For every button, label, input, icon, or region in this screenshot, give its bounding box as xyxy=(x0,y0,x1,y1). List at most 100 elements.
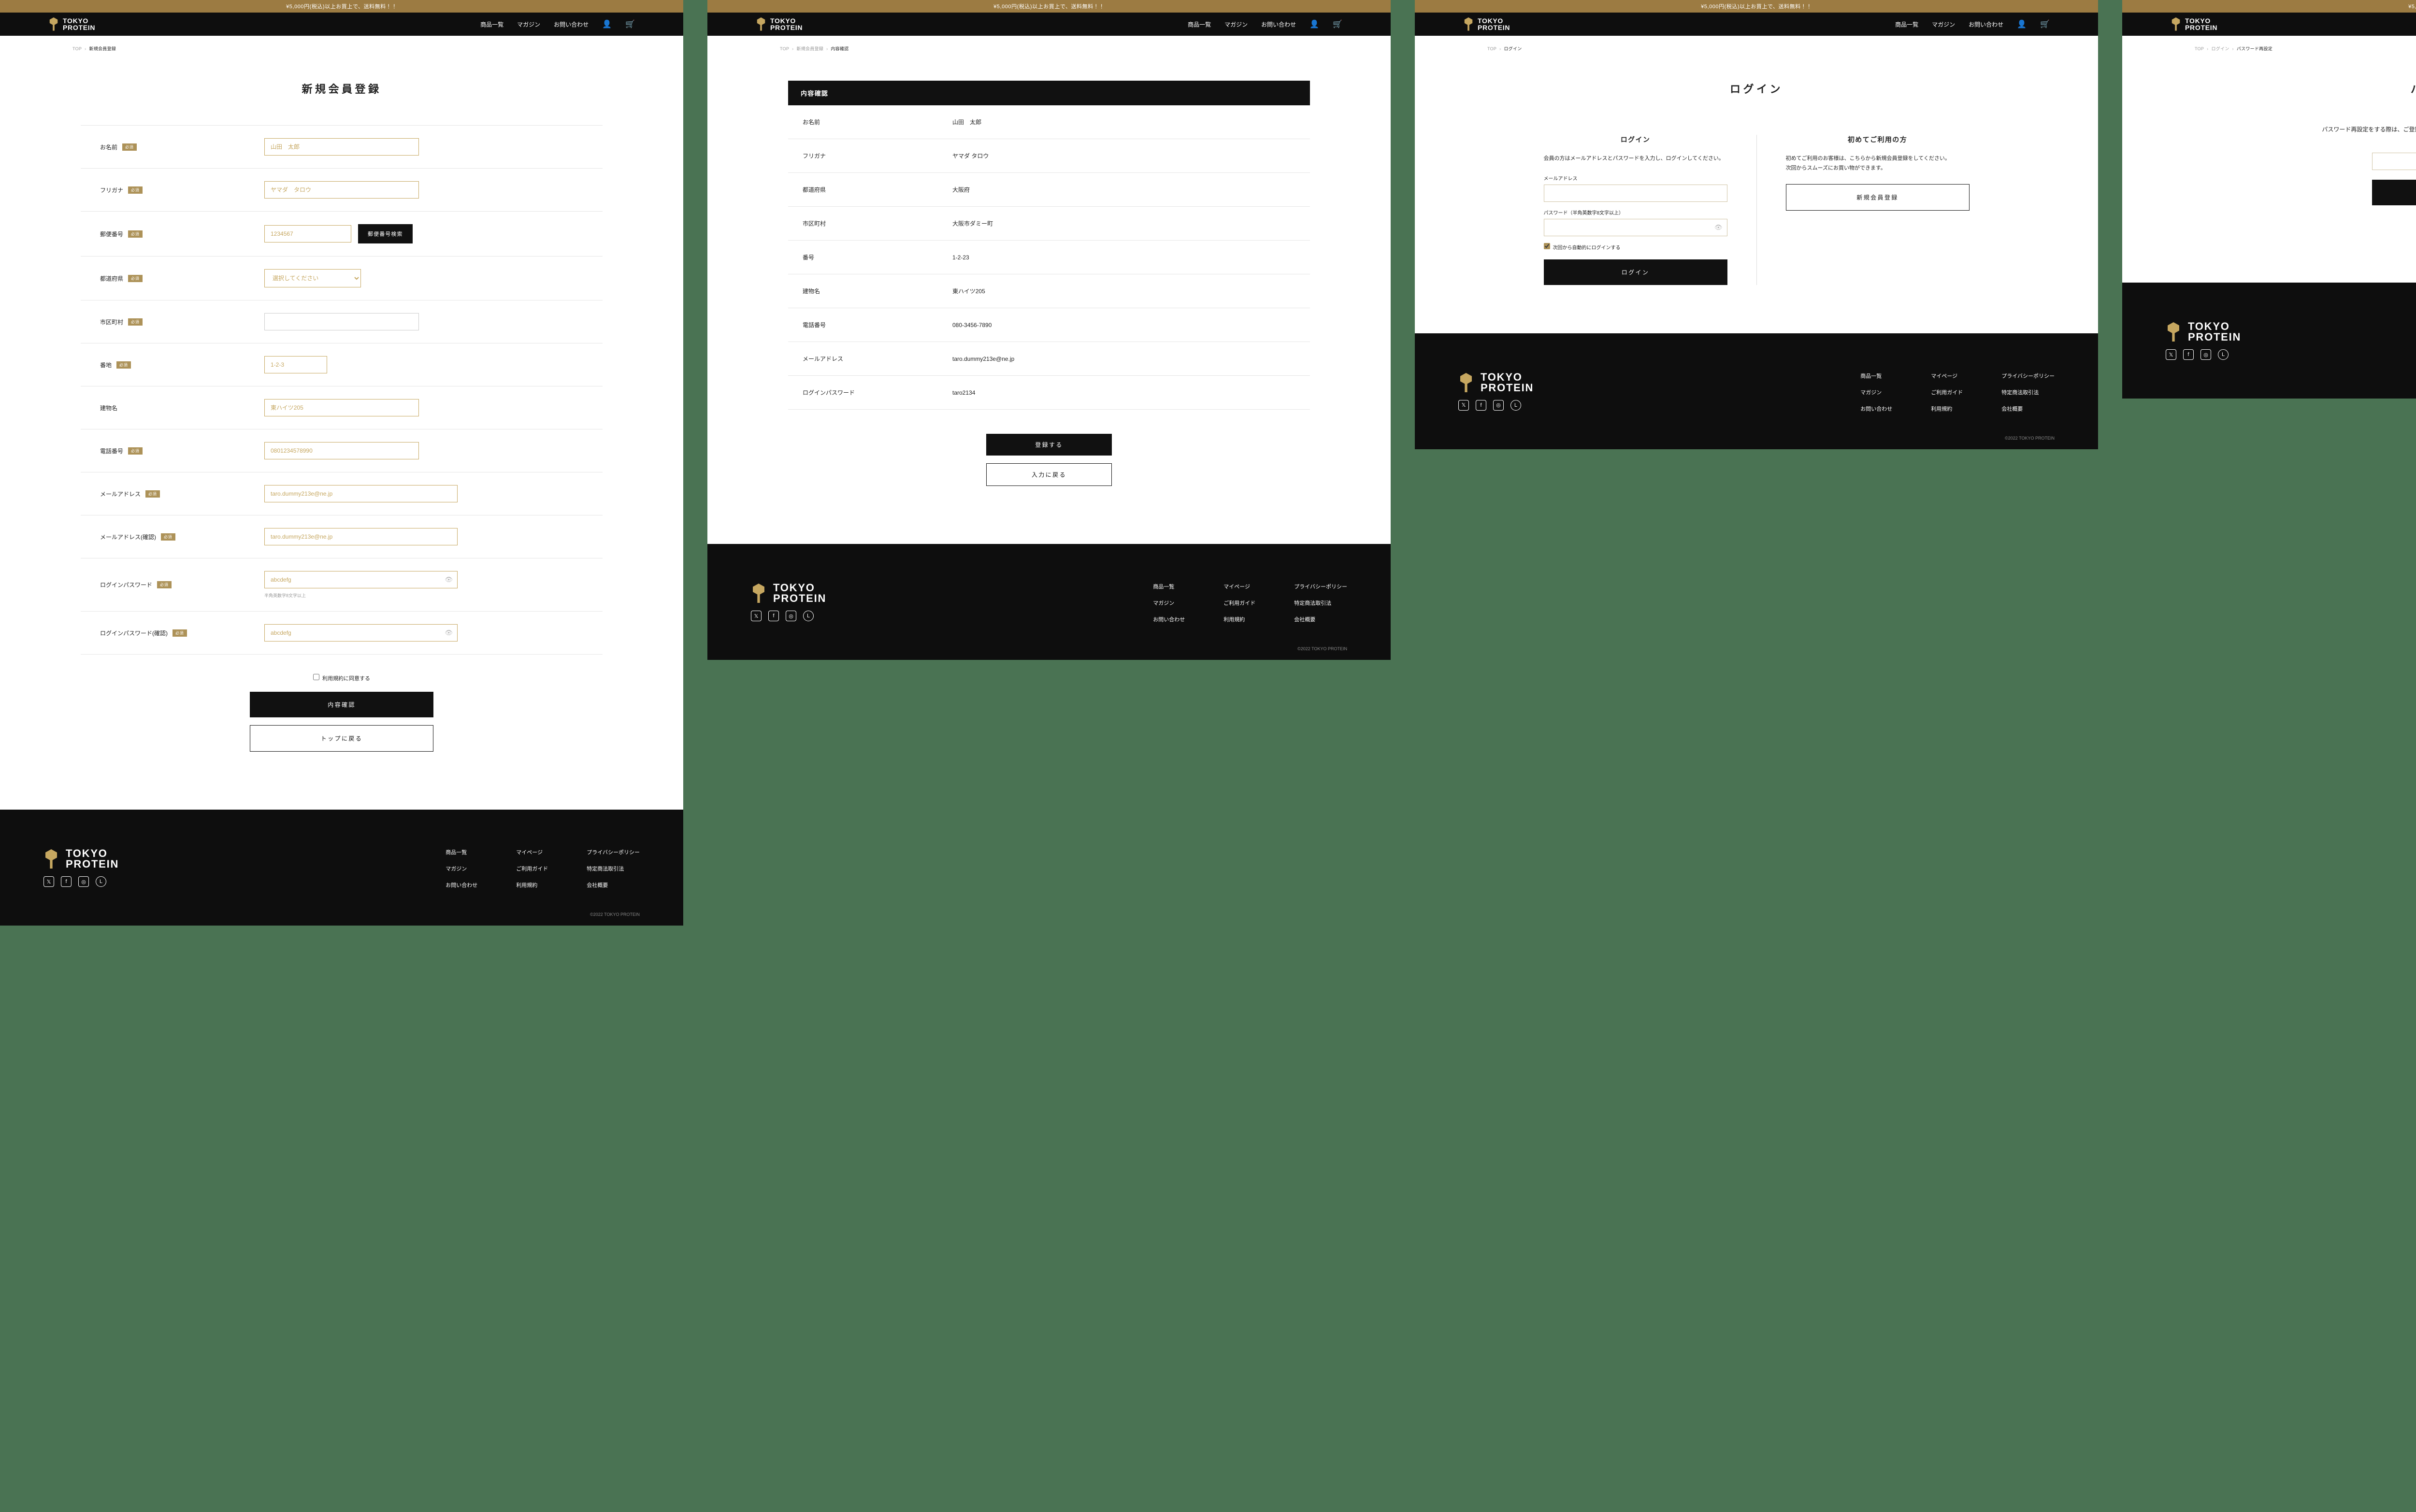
footer-logo[interactable]: TOKYOPROTEIN xyxy=(2166,321,2241,342)
user-icon[interactable]: 👤 xyxy=(602,19,612,29)
send-button[interactable]: 送信 xyxy=(2372,180,2416,205)
addr-input[interactable] xyxy=(264,356,327,373)
twitter-icon[interactable]: 𝕏 xyxy=(43,876,54,887)
confirm-key: ログインパスワード xyxy=(803,388,952,397)
confirm-key: 番号 xyxy=(803,253,952,261)
zip-search-button[interactable]: 郵便番号検索 xyxy=(358,224,413,243)
tel-input[interactable] xyxy=(264,442,419,459)
row-addr: 番地必須 xyxy=(81,343,603,386)
pref-select[interactable]: 選択してください xyxy=(264,269,361,287)
autologin-checkbox[interactable] xyxy=(1544,243,1550,249)
cart-icon[interactable]: 🛒 xyxy=(1333,19,1342,29)
email-input[interactable] xyxy=(264,485,458,502)
confirm-key: 建物名 xyxy=(803,287,952,295)
back-top-button[interactable]: トップに戻る xyxy=(250,725,433,752)
fnav-guide[interactable]: ご利用ガイド xyxy=(516,865,548,872)
label-pw2: ログインパスワード(確認) xyxy=(100,629,168,637)
eye-icon[interactable]: 👁 xyxy=(445,629,453,637)
instagram-icon[interactable]: ◎ xyxy=(1493,400,1504,411)
crumb-top[interactable]: TOP xyxy=(72,46,82,51)
twitter-icon[interactable]: 𝕏 xyxy=(1458,400,1469,411)
password-input[interactable] xyxy=(264,571,458,588)
instagram-icon[interactable]: ◎ xyxy=(786,611,796,621)
label-email: メールアドレス xyxy=(1544,174,1727,182)
eye-icon[interactable]: 👁 xyxy=(1714,224,1723,231)
line-icon[interactable]: L xyxy=(96,876,106,887)
user-icon[interactable]: 👤 xyxy=(2017,19,2027,29)
fnav-products[interactable]: 商品一覧 xyxy=(446,848,477,856)
confirm-key: メールアドレス xyxy=(803,355,952,363)
fnav-privacy[interactable]: プライバシーポリシー xyxy=(587,848,640,856)
screen-login: ¥5,000円(税込)以上お買上で、送料無料！！ TOKYOPROTEIN商品一… xyxy=(1415,0,2098,449)
logo[interactable]: TOKYOPROTEIN xyxy=(48,17,95,31)
copyright: ©2022 TOKYO PROTEIN xyxy=(2122,376,2416,399)
nav-products[interactable]: 商品一覧 xyxy=(1188,20,1211,29)
confirm-key: 電話番号 xyxy=(803,321,952,329)
facebook-icon[interactable]: f xyxy=(2183,349,2194,360)
eye-icon[interactable]: 👁 xyxy=(445,576,453,584)
label-password: パスワード（半角英数字8文字以上） xyxy=(1544,209,1727,216)
agree-checkbox[interactable] xyxy=(313,674,319,680)
email-confirm-input[interactable] xyxy=(264,528,458,545)
breadcrumb: TOP›新規会員登録 xyxy=(0,36,683,61)
fnav-contact[interactable]: お問い合わせ xyxy=(446,881,477,889)
line-icon[interactable]: L xyxy=(2218,349,2229,360)
line-icon[interactable]: L xyxy=(803,611,814,621)
facebook-icon[interactable]: f xyxy=(1476,400,1486,411)
submit-button[interactable]: 登録する xyxy=(986,434,1112,456)
crumb-current: 内容確認 xyxy=(831,46,848,51)
fnav-mypage[interactable]: マイページ xyxy=(516,848,548,856)
cart-icon[interactable]: 🛒 xyxy=(625,19,635,29)
screen-register: ¥5,000円(税込)以上お買上で、送料無料！！ TOKYOPROTEIN 商品… xyxy=(0,0,683,926)
facebook-icon[interactable]: f xyxy=(768,611,779,621)
label-tel: 電話番号 xyxy=(100,447,123,455)
footer-nav: 商品一覧マガジンお問い合わせ マイページご利用ガイド利用規約 プライバシーポリシ… xyxy=(446,848,640,889)
back-edit-button[interactable]: 入力に戻る xyxy=(986,463,1112,486)
fnav-terms[interactable]: 利用規約 xyxy=(516,881,548,889)
confirm-value: taro.dummy213e@ne.jp xyxy=(952,356,1295,362)
city-input[interactable] xyxy=(264,313,419,330)
confirm-button[interactable]: 内容確認 xyxy=(250,692,433,717)
nav-products[interactable]: 商品一覧 xyxy=(480,20,503,29)
building-input[interactable] xyxy=(264,399,419,416)
logo-icon xyxy=(751,584,766,603)
reset-email-input[interactable] xyxy=(2372,153,2416,170)
instagram-icon[interactable]: ◎ xyxy=(78,876,89,887)
fnav-law[interactable]: 特定商法取引法 xyxy=(587,865,640,872)
page-title: パスワード再設定 xyxy=(2309,81,2416,96)
user-icon[interactable]: 👤 xyxy=(1309,19,1319,29)
twitter-icon[interactable]: 𝕏 xyxy=(751,611,762,621)
signup-heading: 初めてご利用の方 xyxy=(1786,135,1970,144)
nav-contact[interactable]: お問い合わせ xyxy=(554,20,589,29)
row-zip: 郵便番号必須 郵便番号検索 xyxy=(81,212,603,257)
twitter-icon[interactable]: 𝕏 xyxy=(2166,349,2176,360)
nav-contact[interactable]: お問い合わせ xyxy=(1261,20,1296,29)
instagram-icon[interactable]: ◎ xyxy=(2200,349,2211,360)
cart-icon[interactable]: 🛒 xyxy=(2040,19,2050,29)
zip-input[interactable] xyxy=(264,225,351,242)
facebook-icon[interactable]: f xyxy=(61,876,72,887)
footer-logo[interactable]: TOKYOPROTEIN xyxy=(43,848,119,870)
confirm-row: 都道府県大阪府 xyxy=(788,173,1310,207)
logo[interactable]: TOKYOPROTEIN xyxy=(756,17,803,31)
logo[interactable]: TOKYOPROTEIN xyxy=(2171,17,2217,31)
signup-button[interactable]: 新規会員登録 xyxy=(1786,184,1970,211)
row-tel: 電話番号必須 xyxy=(81,429,603,472)
confirm-row: メールアドレスtaro.dummy213e@ne.jp xyxy=(788,342,1310,376)
login-email-input[interactable] xyxy=(1544,185,1727,202)
fnav-company[interactable]: 会社概要 xyxy=(587,881,640,889)
nav-magazine[interactable]: マガジン xyxy=(1224,20,1248,29)
crumb-register[interactable]: 新規会員登録 xyxy=(796,46,823,51)
line-icon[interactable]: L xyxy=(1510,400,1521,411)
name-input[interactable] xyxy=(264,138,419,156)
kana-input[interactable] xyxy=(264,181,419,199)
login-button[interactable]: ログイン xyxy=(1544,259,1727,285)
footer-logo[interactable]: TOKYOPROTEIN xyxy=(751,583,826,604)
footer-logo[interactable]: TOKYOPROTEIN xyxy=(1458,372,1534,393)
logo[interactable]: TOKYOPROTEIN xyxy=(1463,17,1510,31)
crumb-top[interactable]: TOP xyxy=(780,46,789,51)
fnav-magazine[interactable]: マガジン xyxy=(446,865,477,872)
password-confirm-input[interactable] xyxy=(264,624,458,642)
login-password-input[interactable] xyxy=(1544,219,1727,236)
nav-magazine[interactable]: マガジン xyxy=(517,20,540,29)
